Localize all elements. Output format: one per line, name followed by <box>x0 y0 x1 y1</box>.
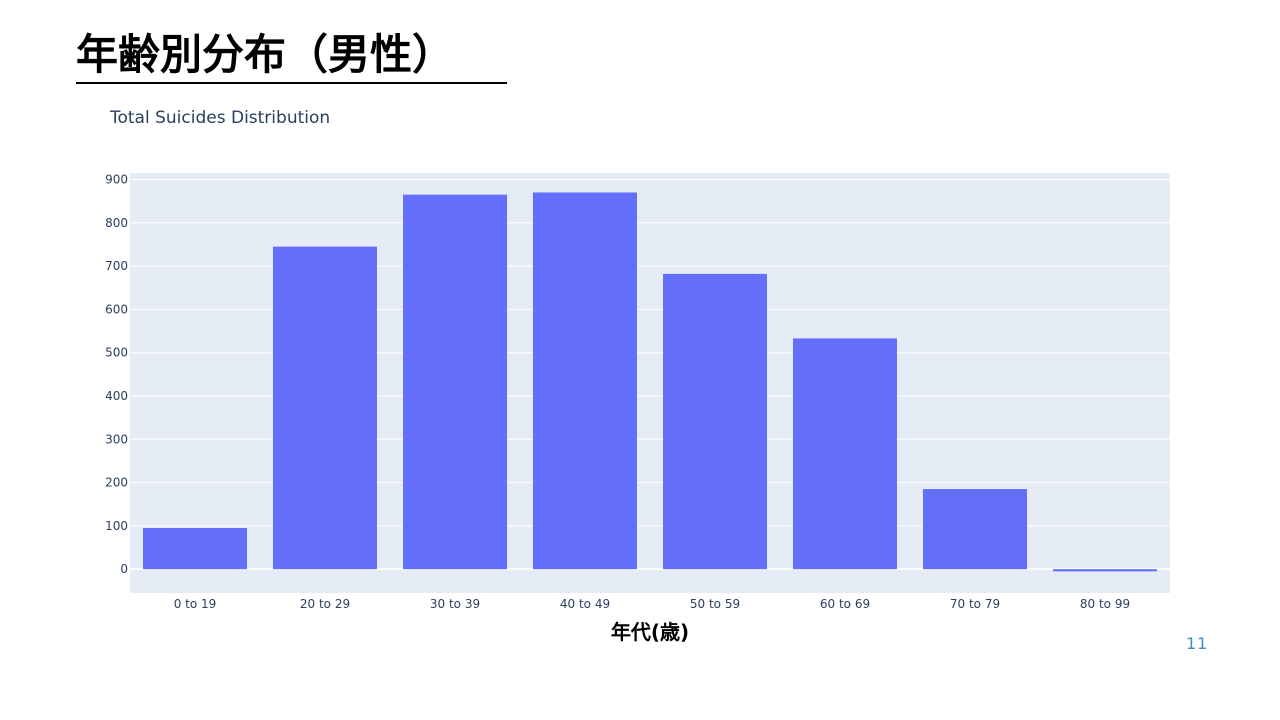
y-tick-label: 400 <box>105 389 128 403</box>
bar-chart: Total Suicides Distribution 0 100 200 300 40… <box>105 108 1170 644</box>
y-tick-label: 200 <box>105 476 128 490</box>
x-tick-label: 30 to 39 <box>430 597 480 611</box>
x-tick-label: 0 to 19 <box>174 597 217 611</box>
y-axis-ticks: 0 100 200 300 400 500 600 700 800 900 <box>105 172 128 576</box>
y-tick-label: 900 <box>105 172 128 186</box>
y-tick-label: 300 <box>105 432 128 446</box>
x-tick-label: 20 to 29 <box>300 597 350 611</box>
bar-30-to-39 <box>403 194 507 570</box>
bar-70-to-79 <box>923 489 1027 570</box>
bar-60-to-69 <box>793 338 897 570</box>
x-tick-label: 60 to 69 <box>820 597 870 611</box>
y-tick-label: 600 <box>105 302 128 316</box>
chart-title: Total Suicides Distribution <box>109 108 330 128</box>
x-tick-label: 80 to 99 <box>1080 597 1130 611</box>
bar-20-to-29 <box>273 246 377 570</box>
y-tick-label: 0 <box>120 562 128 576</box>
x-axis-label: 年代(歳) <box>611 620 689 644</box>
page-number: 11 <box>1186 634 1209 653</box>
x-axis-ticks: 0 to 19 20 to 29 30 to 39 40 to 49 50 to 59 6… <box>174 597 1130 611</box>
y-tick-label: 700 <box>105 259 128 273</box>
y-tick-label: 800 <box>105 216 128 230</box>
bar-50-to-59 <box>663 273 767 570</box>
bar-0-to-19 <box>143 528 247 570</box>
bar-80-to-99 <box>1053 569 1157 572</box>
x-tick-label: 40 to 49 <box>560 597 610 611</box>
y-tick-label: 100 <box>105 519 128 533</box>
x-tick-label: 70 to 79 <box>950 597 1000 611</box>
bar-40-to-49 <box>533 192 637 570</box>
x-tick-label: 50 to 59 <box>690 597 740 611</box>
y-tick-label: 500 <box>105 346 128 360</box>
